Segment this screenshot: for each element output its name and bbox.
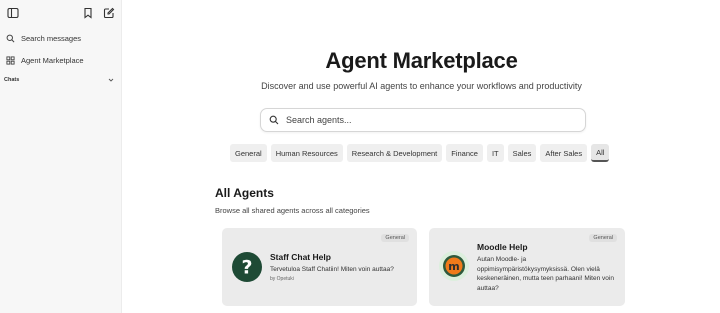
category-badge: General [589, 234, 617, 242]
main-content: Agent Marketplace Discover and use power… [123, 0, 720, 313]
search-icon [269, 115, 279, 125]
tab-after-sales[interactable]: After Sales [540, 144, 588, 162]
new-chat-icon[interactable] [102, 6, 116, 20]
sidebar-search-label: Search messages [21, 34, 82, 43]
agent-avatar: ? [232, 252, 262, 282]
sidebar-item-label: Agent Marketplace [21, 56, 84, 65]
sidebar: Search messages Agent Marketplace Chats [0, 0, 122, 313]
tab-finance[interactable]: Finance [446, 144, 483, 162]
tab-all[interactable]: All [591, 144, 610, 162]
tab-general[interactable]: General [230, 144, 267, 162]
chevron-down-icon [108, 78, 114, 82]
agent-avatar: m [439, 251, 469, 281]
tab-it[interactable]: IT [486, 144, 504, 162]
agent-description: Tervetuloa Staff Chatiin! Miten voin aut… [270, 266, 394, 273]
section-title: All Agents [215, 186, 274, 200]
search-icon [6, 34, 15, 43]
tab-sales[interactable]: Sales [507, 144, 537, 162]
agent-name: Moodle Help [477, 242, 528, 252]
agent-card-moodle-help[interactable]: General m Moodle Help Autan Moodle- ja o… [429, 228, 625, 306]
svg-text:?: ? [241, 257, 252, 279]
chats-label: Chats [4, 77, 20, 83]
category-tabs: General Human Resources Research & Devel… [230, 144, 610, 162]
svg-text:m: m [448, 260, 459, 273]
sidebar-toolbar [0, 0, 121, 26]
agent-author: by Opetuki [270, 276, 294, 282]
question-mark-icon: ? [241, 257, 252, 279]
sidebar-item-agent-marketplace[interactable]: Agent Marketplace [6, 56, 84, 65]
page-title: Agent Marketplace [325, 48, 518, 73]
bookmark-icon[interactable] [81, 6, 95, 20]
sidebar-search[interactable]: Search messages [6, 34, 81, 43]
agent-search-input[interactable] [286, 115, 566, 125]
sidebar-toggle-icon[interactable] [6, 6, 20, 20]
moodle-logo-icon: m [443, 255, 465, 277]
grid-icon [6, 56, 15, 65]
agent-search-box[interactable] [260, 108, 586, 132]
agent-description: Autan Moodle- ja oppimisympäristökysymyk… [477, 256, 614, 292]
chats-section-header[interactable]: Chats [4, 77, 114, 83]
page-subtitle: Discover and use powerful AI agents to e… [261, 81, 582, 91]
tab-human-resources[interactable]: Human Resources [270, 144, 343, 162]
agent-name: Staff Chat Help [270, 252, 331, 262]
section-subtitle: Browse all shared agents across all cate… [215, 206, 370, 215]
category-badge: General [381, 234, 409, 242]
tab-research-development[interactable]: Research & Development [346, 144, 443, 162]
agent-card-staff-chat-help[interactable]: General ? Staff Chat Help Tervetuloa Sta… [222, 228, 417, 306]
